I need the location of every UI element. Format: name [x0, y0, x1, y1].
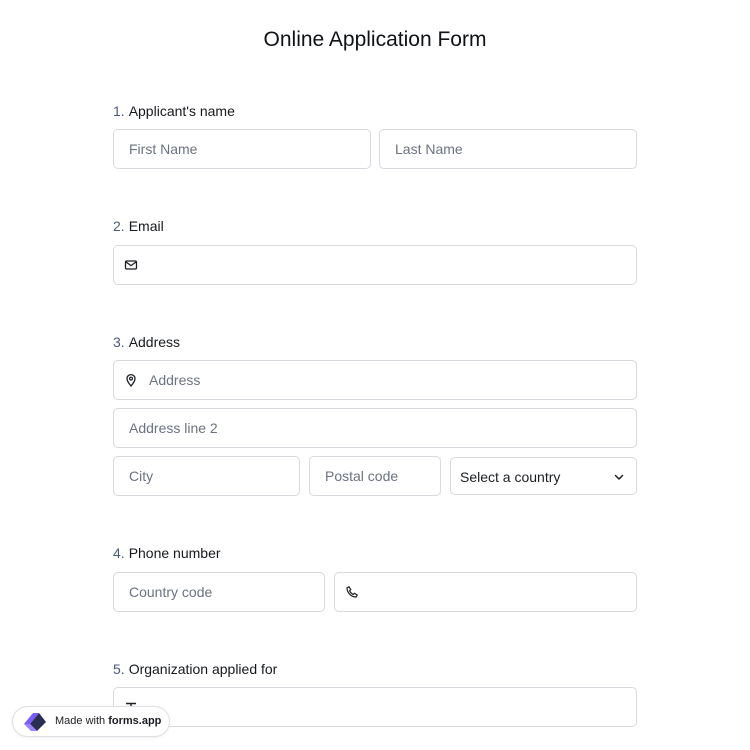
- envelope-icon: [124, 260, 138, 270]
- question-number: 2.: [113, 218, 125, 234]
- question-text: Address: [128, 334, 181, 350]
- country-code-placeholder: Country code: [129, 584, 213, 600]
- email-input[interactable]: [113, 245, 637, 285]
- phone-number-input[interactable]: [334, 572, 637, 612]
- question-number: 5.: [113, 661, 125, 677]
- phone-icon: [346, 586, 358, 598]
- last-name-input[interactable]: Last Name: [379, 129, 637, 169]
- badge-brand: forms.app: [108, 715, 162, 727]
- address-line-2-placeholder: Address line 2: [129, 420, 218, 436]
- question-text: Email: [128, 218, 164, 234]
- map-pin-icon: [126, 373, 136, 387]
- country-select[interactable]: Select a country: [450, 457, 637, 495]
- question-address-label: 3. Address: [113, 334, 180, 350]
- city-input[interactable]: City: [113, 456, 300, 496]
- country-code-input[interactable]: Country code: [113, 572, 325, 612]
- organization-input[interactable]: [113, 687, 637, 727]
- question-text: Applicant's name: [128, 103, 235, 119]
- chevron-down-icon: [614, 474, 624, 480]
- last-name-placeholder: Last Name: [395, 141, 463, 157]
- first-name-input[interactable]: First Name: [113, 129, 371, 169]
- postal-code-placeholder: Postal code: [325, 468, 399, 484]
- made-with-forms-app-badge[interactable]: Made with forms.app: [12, 706, 170, 737]
- badge-prefix: Made with: [55, 715, 106, 727]
- first-name-placeholder: First Name: [129, 141, 198, 157]
- question-text: Organization applied for: [128, 661, 278, 677]
- forms-app-logo-icon: [24, 713, 46, 731]
- postal-code-input[interactable]: Postal code: [309, 456, 441, 496]
- question-applicant-name-label: 1. Applicant's name: [113, 103, 235, 119]
- question-number: 4.: [113, 545, 125, 561]
- question-phone-label: 4. Phone number: [113, 545, 221, 561]
- question-number: 1.: [113, 103, 125, 119]
- country-select-value: Select a country: [460, 469, 561, 485]
- address-line-2-input[interactable]: Address line 2: [113, 408, 637, 448]
- badge-text: Made with forms.app: [55, 715, 161, 727]
- question-organization-label: 5. Organization applied for: [113, 661, 277, 677]
- question-number: 3.: [113, 334, 125, 350]
- application-form-page: Online Application Form 1. Applicant's na…: [0, 0, 750, 750]
- question-email-label: 2. Email: [113, 218, 164, 234]
- address-input[interactable]: Address: [113, 360, 637, 400]
- question-text: Phone number: [128, 545, 221, 561]
- city-placeholder: City: [129, 468, 154, 484]
- form-title: Online Application Form: [263, 28, 487, 51]
- address-placeholder: Address: [149, 372, 201, 388]
